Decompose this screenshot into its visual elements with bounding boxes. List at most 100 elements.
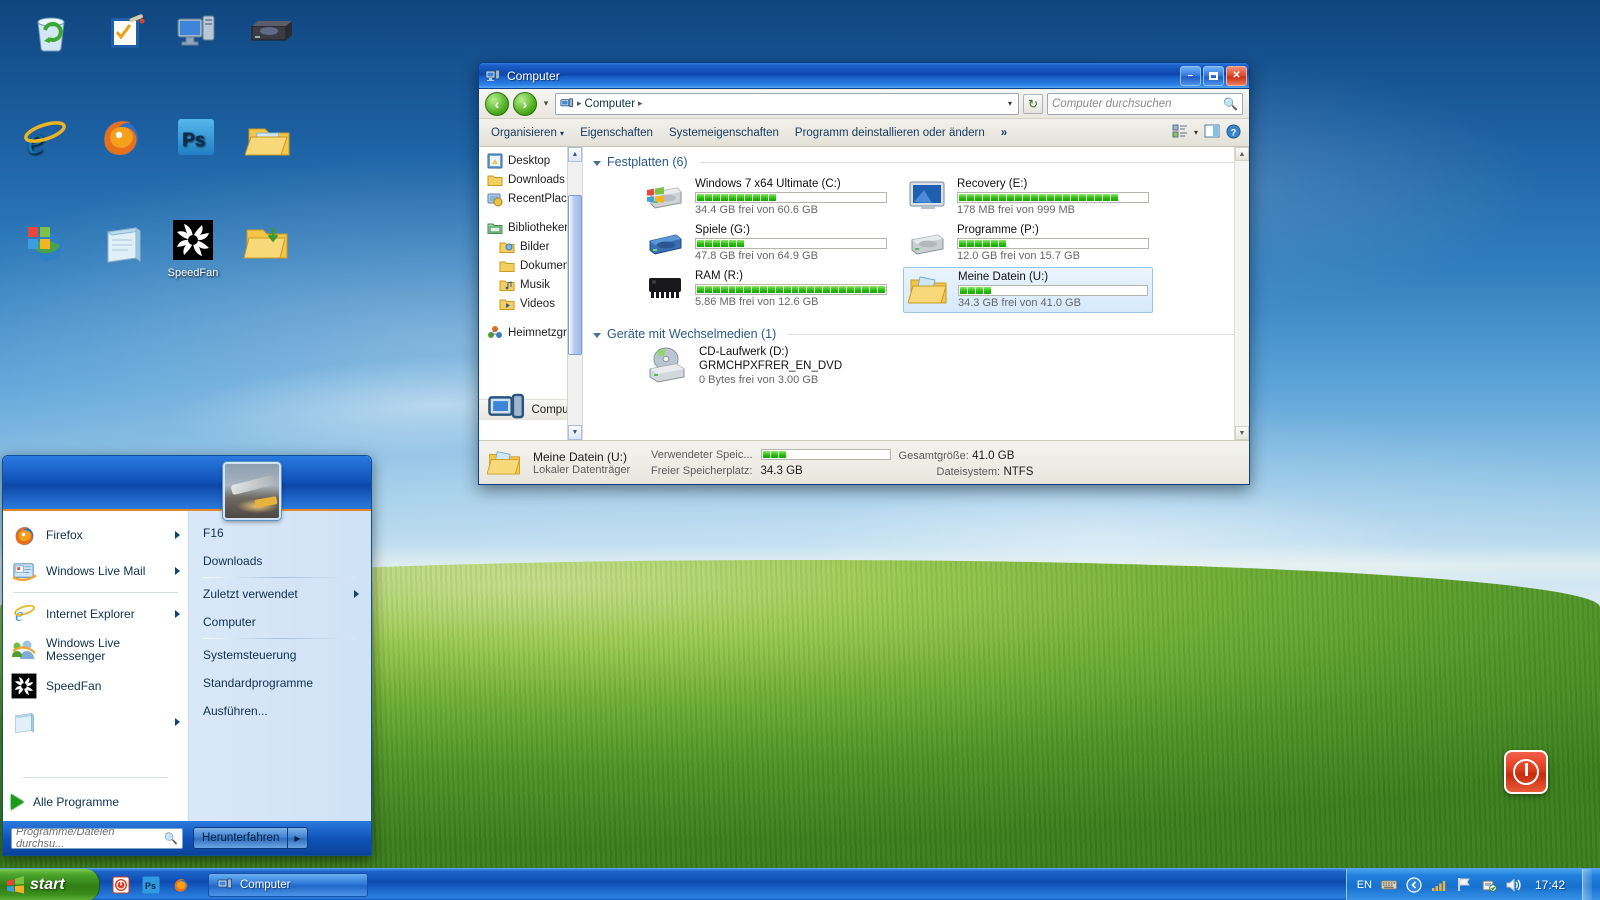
start-place-computer[interactable]: Computer	[189, 608, 371, 636]
start-item-firefox[interactable]: Firefox	[3, 517, 188, 553]
start-item-windows-live-messenger[interactable]: Windows Live Messenger	[3, 632, 188, 668]
toolbar-systemeigenschaften[interactable]: Systemeigenschaften	[661, 123, 787, 143]
explorer-window[interactable]: Computer – ✕ ‹ › ▾ ▸ Computer ▸ ▾ ↻ Comp…	[478, 62, 1250, 485]
volume-icon[interactable]	[1506, 877, 1522, 893]
show-desktop-button[interactable]	[1582, 868, 1592, 900]
shutdown-options-arrow-icon[interactable]: ▶	[288, 834, 306, 843]
clock[interactable]: 17:42	[1531, 878, 1569, 892]
keyboard-icon[interactable]	[1380, 877, 1397, 893]
scroll-up-arrow[interactable]: ▲	[568, 147, 582, 162]
show-hidden-icon[interactable]	[1406, 876, 1422, 893]
start-item-windows-live-mail[interactable]: Windows Live Mail	[3, 553, 188, 589]
file-list-pane[interactable]: Festplatten (6) Windows 7 x64 Ultimate (…	[583, 147, 1249, 440]
breadcrumb[interactable]: ▸ Computer ▸ ▾	[555, 92, 1019, 115]
network-signal-icon[interactable]	[1431, 877, 1447, 893]
collapse-triangle-icon[interactable]	[593, 332, 601, 338]
start-item-internet-explorer[interactable]: e Internet Explorer	[3, 596, 188, 632]
start-menu-programs[interactable]: Firefox Windows Live Mail e Internet Exp…	[3, 511, 189, 821]
drive-item[interactable]: Spiele (G:) 47.8 GB frei von 64.9 GB	[641, 221, 891, 265]
power-button-widget[interactable]	[1504, 750, 1548, 794]
view-mode-caret[interactable]: ▾	[1194, 128, 1198, 137]
toolbar-programm-deinstallieren[interactable]: Programm deinstallieren oder ändern	[787, 123, 993, 143]
start-place-downloads[interactable]: Downloads	[189, 547, 371, 575]
collapse-triangle-icon[interactable]	[593, 160, 601, 166]
view-mode-icon[interactable]	[1172, 124, 1188, 141]
start-place-f16[interactable]: F16	[189, 519, 371, 547]
group-header-harddisks[interactable]: Festplatten (6)	[583, 147, 1249, 171]
toolbar-organisieren[interactable]: Organisieren ▾	[483, 123, 572, 143]
back-button[interactable]: ‹	[485, 91, 509, 116]
maximize-button[interactable]	[1203, 65, 1224, 86]
window-controls[interactable]: – ✕	[1180, 65, 1247, 86]
photoshop-icon[interactable]: Ps	[142, 876, 160, 894]
drive-item[interactable]: Recovery (E:) 178 MB frei von 999 MB	[903, 175, 1153, 219]
task-list[interactable]: Computer	[202, 872, 1346, 897]
start-menu-footer[interactable]: Programme/Dateien durchsu... 🔍 Herunterf…	[3, 821, 371, 855]
flag-action-center-icon[interactable]	[1456, 877, 1472, 893]
submenu-arrow-icon[interactable]	[175, 567, 180, 575]
start-place-ausfuehren[interactable]: Ausführen...	[189, 697, 371, 725]
drive-item-selected[interactable]: Meine Datein (U:) 34.3 GB frei von 41.0 …	[903, 267, 1153, 313]
navpane-scrollbar[interactable]: ▲ ▼	[567, 147, 582, 440]
help-icon[interactable]: ?	[1226, 123, 1241, 142]
breadcrumb-sep-2[interactable]: ▸	[638, 98, 643, 109]
minimize-button[interactable]: –	[1180, 65, 1201, 86]
start-menu-places[interactable]: F16 Downloads Zuletzt verwendet Computer…	[189, 511, 371, 821]
address-dropdown-arrow[interactable]: ▾	[1008, 99, 1014, 108]
desktop-icon-photoshop[interactable]: Ps	[155, 112, 237, 164]
safely-remove-icon[interactable]	[1481, 877, 1497, 893]
desktop-icon-recycle-bin[interactable]	[10, 8, 92, 60]
desktop-icon-my-computer[interactable]	[155, 8, 237, 60]
task-button-computer[interactable]: Computer	[208, 872, 368, 897]
desktop-icon-network[interactable]	[5, 218, 87, 270]
start-place-zuletzt-verwendet[interactable]: Zuletzt verwendet	[189, 580, 371, 608]
forward-button[interactable]: ›	[513, 91, 537, 116]
content-scrollbar[interactable]: ▲ ▼	[1234, 147, 1249, 440]
shutdown-button[interactable]: Herunterfahren ▶	[193, 827, 308, 849]
desktop-icon-internet-explorer[interactable]: e	[3, 115, 85, 167]
command-toolbar[interactable]: Organisieren ▾ Eigenschaften Systemeigen…	[479, 119, 1249, 147]
desktop-icon-downloads-folder[interactable]	[226, 218, 308, 270]
toolbar-right-group[interactable]: ▾ ?	[1172, 123, 1245, 142]
scroll-down-arrow[interactable]: ▼	[568, 425, 582, 440]
user-avatar[interactable]	[223, 462, 281, 520]
scroll-up-arrow[interactable]: ▲	[1235, 147, 1249, 161]
taskbar[interactable]: start Ps Computer EN 17:42	[0, 868, 1600, 900]
preview-pane-icon[interactable]	[1204, 124, 1220, 141]
window-titlebar[interactable]: Computer – ✕	[479, 63, 1249, 89]
drive-item[interactable]: RAM (R:) 5.86 MB frei von 12.6 GB	[641, 267, 891, 313]
quick-launch[interactable]: Ps	[100, 876, 202, 894]
start-button[interactable]: start	[0, 868, 100, 900]
submenu-arrow-icon[interactable]	[175, 718, 180, 726]
desktop-icon-speedfan[interactable]: SpeedFan	[152, 215, 234, 279]
search-input[interactable]: Computer durchsuchen 🔍	[1047, 92, 1243, 115]
drive-item[interactable]: Programme (P:) 12.0 GB frei von 15.7 GB	[903, 221, 1153, 265]
submenu-arrow-icon[interactable]	[175, 610, 180, 618]
start-item-speedfan[interactable]: SpeedFan	[3, 668, 188, 704]
desktop-icon-drive[interactable]	[228, 10, 310, 62]
submenu-arrow-icon[interactable]	[175, 531, 180, 539]
close-button[interactable]: ✕	[1226, 65, 1247, 86]
start-place-standardprogramme[interactable]: Standardprogramme	[189, 669, 371, 697]
start-place-systemsteuerung[interactable]: Systemsteuerung	[189, 641, 371, 669]
drive-grid[interactable]: Windows 7 x64 Ultimate (C:) 34.4 GB frei…	[583, 171, 1249, 313]
removable-list[interactable]: CD-Laufwerk (D:) GRMCHPXFRER_EN_DVD 0 By…	[583, 343, 1249, 390]
submenu-arrow-icon[interactable]	[354, 590, 359, 598]
recent-pages-dropdown[interactable]: ▾	[541, 98, 551, 109]
scroll-thumb[interactable]	[568, 195, 582, 355]
group-header-removable[interactable]: Geräte mit Wechselmedien (1)	[583, 319, 1249, 343]
start-item-all-programs[interactable]: Alle Programme	[3, 789, 188, 815]
power-tool-icon[interactable]	[112, 876, 130, 894]
start-item-notepad[interactable]	[3, 704, 188, 740]
system-tray[interactable]: EN 17:42	[1345, 868, 1600, 900]
refresh-button[interactable]: ↻	[1023, 93, 1043, 114]
navigation-pane[interactable]: Desktop Downloads RecentPlac Bibliotheke…	[479, 147, 583, 440]
desktop-icon-firefox[interactable]	[80, 112, 162, 164]
desktop-icon-open-folder[interactable]	[228, 115, 310, 167]
language-indicator[interactable]: EN	[1357, 879, 1372, 891]
scroll-down-arrow[interactable]: ▼	[1235, 426, 1249, 440]
drive-item[interactable]: Windows 7 x64 Ultimate (C:) 34.4 GB frei…	[641, 175, 891, 219]
breadcrumb-item-computer[interactable]: Computer	[585, 98, 636, 110]
toolbar-eigenschaften[interactable]: Eigenschaften	[572, 123, 661, 143]
start-search-input[interactable]: Programme/Dateien durchsu... 🔍	[11, 826, 183, 850]
